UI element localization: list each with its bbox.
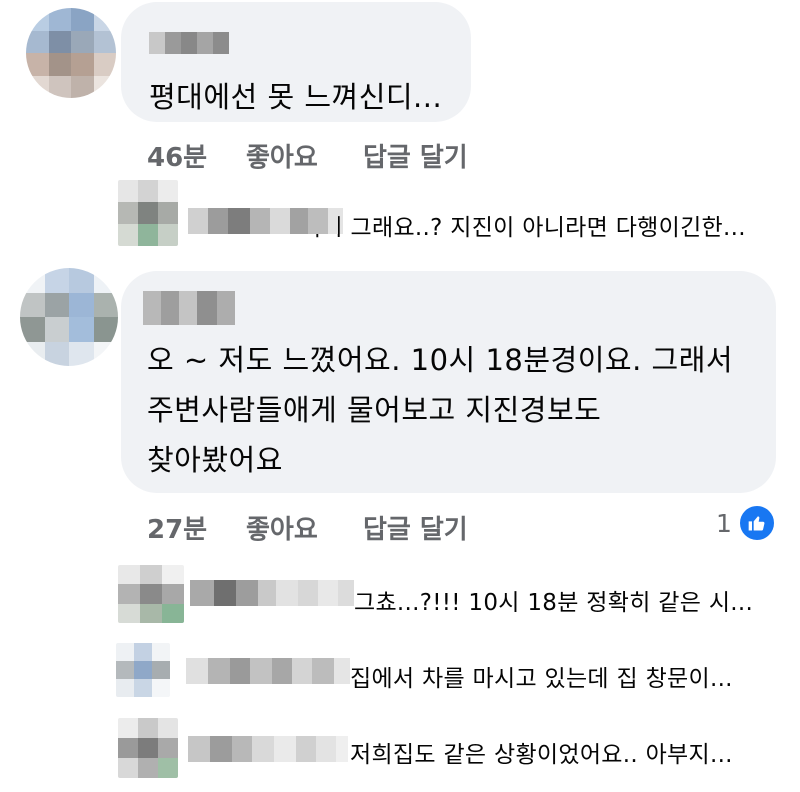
- comment-text-line: 주변사람들애게 물어보고 지진경보도: [147, 393, 602, 427]
- commenter-name-blurred[interactable]: [143, 291, 235, 325]
- reply-name-blurred[interactable]: [190, 580, 354, 606]
- reaction-count: 1: [716, 508, 732, 538]
- reply-text[interactable]: 역시 그래요..? 지진이 아니라면 다행이긴한...: [300, 208, 746, 242]
- reply-text[interactable]: 그쵸...?!!! 10시 18분 정확히 같은 시...: [354, 583, 753, 617]
- comment-text: 오 ~ 저도 느꼈어요. 10시 18분경이요. 그래서 주변사람들애게 물어보…: [147, 335, 733, 485]
- reply-button[interactable]: 답글 달기: [363, 137, 468, 174]
- reply-name-blurred[interactable]: [188, 736, 348, 762]
- like-button[interactable]: 좋아요: [246, 509, 318, 546]
- reply-avatar[interactable]: [118, 180, 178, 246]
- reply-name-blurred: [188, 208, 338, 234]
- commenter-name-blurred[interactable]: [149, 32, 229, 54]
- reply-button[interactable]: 답글 달기: [363, 509, 468, 546]
- comment-actions: 46분 좋아요 답글 달기: [147, 137, 547, 173]
- comment-time[interactable]: 27분: [147, 509, 207, 546]
- commenter-avatar[interactable]: [26, 8, 116, 98]
- reply-text[interactable]: 저희집도 같은 상황이었어요.. 아부지...: [350, 735, 733, 769]
- comment-text: 평대에선 못 느껴신디...: [149, 80, 443, 114]
- reply-text[interactable]: 집에서 차를 마시고 있는데 집 창문이...: [350, 659, 733, 693]
- commenter-avatar[interactable]: [20, 268, 118, 366]
- comment-time[interactable]: 46분: [147, 137, 207, 174]
- reply-avatar[interactable]: [118, 718, 178, 778]
- comment-bubble: 오 ~ 저도 느꼈어요. 10시 18분경이요. 그래서 주변사람들애게 물어보…: [121, 271, 776, 493]
- reply-avatar[interactable]: [116, 643, 170, 697]
- comment-bubble: 평대에선 못 느껴신디...: [121, 2, 471, 122]
- like-button[interactable]: 좋아요: [246, 137, 318, 174]
- comment-text-line: 오 ~ 저도 느꼈어요. 10시 18분경이요. 그래서: [147, 343, 734, 377]
- reply-name-blurred[interactable]: [186, 658, 350, 684]
- reaction-summary[interactable]: 1: [716, 504, 776, 542]
- thumbs-up-icon: [737, 504, 776, 542]
- comment-text-line: 찾아봤어요: [147, 443, 283, 477]
- comment-actions: 27분 좋아요 답글 달기: [147, 509, 547, 545]
- reply-avatar[interactable]: [118, 565, 184, 623]
